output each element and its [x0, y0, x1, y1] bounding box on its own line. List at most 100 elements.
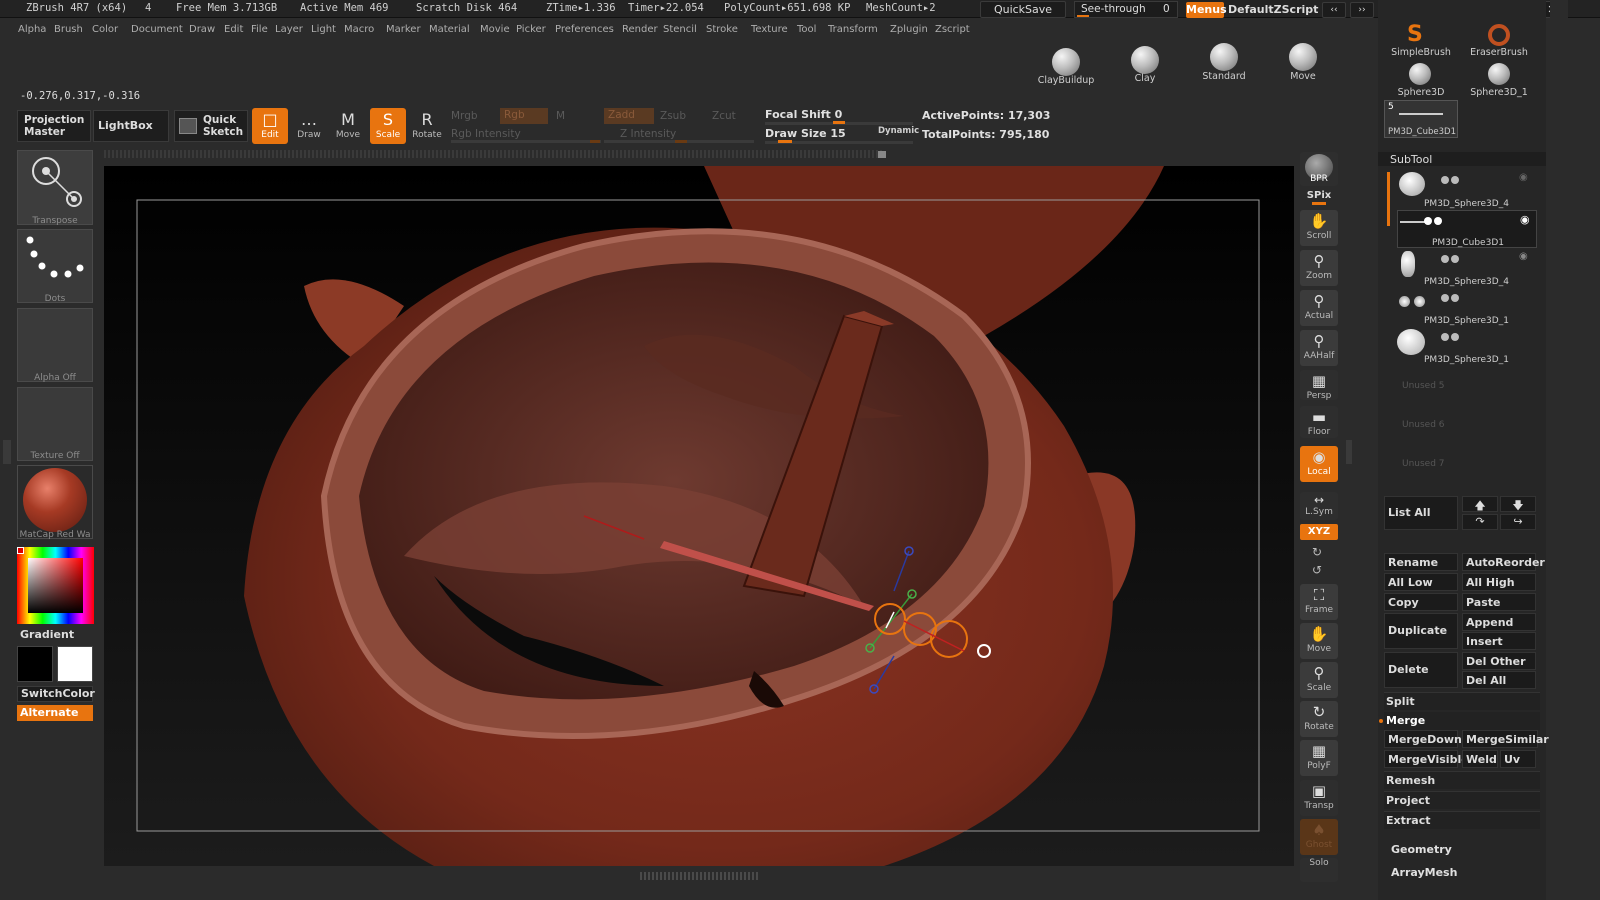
menu-material[interactable]: Material: [429, 24, 470, 35]
paste-button[interactable]: Paste: [1462, 593, 1536, 611]
alternate-button[interactable]: Alternate: [17, 705, 93, 721]
menu-zscript[interactable]: Zscript: [935, 24, 970, 35]
seethrough-slider[interactable]: See-through 0: [1074, 1, 1178, 18]
menu-layer[interactable]: Layer: [275, 24, 303, 35]
all-high-button[interactable]: All High: [1462, 573, 1536, 591]
menu-stencil[interactable]: Stencil: [663, 24, 697, 35]
menu-texture[interactable]: Texture: [751, 24, 788, 35]
zsub-button[interactable]: Zsub: [660, 110, 686, 122]
move-up-bend-icon[interactable]: ↷: [1462, 514, 1498, 530]
mergevisible-button[interactable]: MergeVisible: [1384, 750, 1469, 768]
mergedown-button[interactable]: MergeDown: [1384, 730, 1462, 748]
rotate-view-button[interactable]: ↻ Rotate: [1300, 701, 1338, 737]
bpr-button[interactable]: BPR: [1300, 152, 1338, 186]
menu-picker[interactable]: Picker: [516, 24, 546, 35]
move-label[interactable]: Move: [1263, 71, 1343, 82]
menu-tool[interactable]: Tool: [797, 24, 816, 35]
mergesimilar-button[interactable]: MergeSimilar: [1462, 730, 1549, 748]
sphere3d-label[interactable]: Sphere3D: [1386, 87, 1456, 98]
subtool-header[interactable]: SubTool: [1378, 152, 1546, 166]
polyf-button[interactable]: ▦ PolyF: [1300, 740, 1338, 776]
arraymesh-header[interactable]: ArrayMesh: [1391, 866, 1457, 879]
projection-master-button[interactable]: Projection Master: [17, 110, 91, 142]
move-up-arrow-icon[interactable]: 🡅: [1462, 496, 1498, 512]
menu-preferences[interactable]: Preferences: [555, 24, 614, 35]
menu-alpha[interactable]: Alpha: [18, 24, 46, 35]
move-down-arrow-icon[interactable]: 🡇: [1500, 496, 1536, 512]
extract-section[interactable]: Extract: [1384, 811, 1540, 829]
sphere3d-1-icon[interactable]: [1488, 63, 1510, 85]
scroll-button[interactable]: ✋ Scroll: [1300, 210, 1338, 246]
claybuildup-brush-icon[interactable]: [1052, 48, 1080, 76]
menu-document[interactable]: Document: [131, 24, 183, 35]
del-other-button[interactable]: Del Other: [1462, 652, 1536, 670]
subtool-toggles[interactable]: [1424, 215, 1444, 228]
menu-marker[interactable]: Marker: [386, 24, 421, 35]
standard-label[interactable]: Standard: [1184, 71, 1264, 82]
focal-shift-label[interactable]: Focal Shift 0: [765, 108, 842, 121]
shelf-strip-handle[interactable]: [878, 151, 886, 158]
del-all-button[interactable]: Del All: [1462, 671, 1536, 689]
rename-button[interactable]: Rename: [1384, 553, 1458, 571]
scale-button[interactable]: S Scale: [370, 108, 406, 144]
move-down-bend-icon[interactable]: ↪: [1500, 514, 1536, 530]
gradient-label[interactable]: Gradient: [20, 628, 74, 641]
tray-right-icon[interactable]: ››: [1350, 2, 1374, 18]
transpose-button[interactable]: [17, 150, 93, 225]
rotate-z-icon[interactable]: ↺: [1312, 563, 1322, 577]
color-picker-square[interactable]: [28, 558, 83, 613]
menu-light[interactable]: Light: [311, 24, 336, 35]
delete-button[interactable]: Delete: [1384, 652, 1458, 688]
move-brush-icon[interactable]: [1289, 43, 1317, 71]
alpha-button[interactable]: [17, 308, 93, 382]
menu-file[interactable]: File: [251, 24, 268, 35]
copy-button[interactable]: Copy: [1384, 593, 1458, 611]
color-picker-marker[interactable]: [17, 547, 24, 554]
persp-button[interactable]: ▦ Persp: [1300, 370, 1338, 401]
menus-button[interactable]: Menus: [1186, 2, 1227, 18]
draw-button[interactable]: … Draw: [291, 108, 327, 144]
color-picker[interactable]: [17, 547, 94, 624]
rgb-intensity-slider[interactable]: [451, 140, 601, 143]
rotate-button[interactable]: R Rotate: [409, 108, 445, 144]
default-zscript-label[interactable]: DefaultZScript: [1228, 2, 1318, 18]
rotate-y-icon[interactable]: ↻: [1312, 545, 1322, 559]
menu-draw[interactable]: Draw: [189, 24, 215, 35]
uv-button[interactable]: Uv: [1500, 750, 1536, 768]
visibility-eye-icon[interactable]: ◉: [1520, 213, 1530, 226]
menu-macro[interactable]: Macro: [344, 24, 374, 35]
lsym-button[interactable]: ↔ L.Sym: [1300, 492, 1338, 520]
menu-brush[interactable]: Brush: [54, 24, 83, 35]
edit-button[interactable]: □ Edit: [252, 108, 288, 144]
stroke-dots-button[interactable]: [17, 229, 93, 303]
split-section[interactable]: Split: [1384, 692, 1540, 710]
menu-render[interactable]: Render: [622, 24, 658, 35]
texture-button[interactable]: [17, 387, 93, 461]
remesh-section[interactable]: Remesh: [1384, 771, 1540, 789]
menu-stroke[interactable]: Stroke: [706, 24, 738, 35]
list-all-button[interactable]: List All: [1384, 496, 1458, 530]
floor-button[interactable]: ▬ Floor: [1300, 406, 1338, 438]
clay-label[interactable]: Clay: [1105, 73, 1185, 84]
move-view-button[interactable]: ✋ Move: [1300, 623, 1338, 659]
mrgb-button[interactable]: Mrgb: [451, 110, 478, 122]
geometry-header[interactable]: Geometry: [1391, 843, 1452, 856]
scale-view-button[interactable]: ⚲ Scale: [1300, 662, 1338, 698]
aahalf-button[interactable]: ⚲ AAHalf: [1300, 330, 1338, 366]
merge-section[interactable]: Merge: [1379, 712, 1540, 730]
eraserbrush-label[interactable]: EraserBrush: [1464, 47, 1534, 58]
zadd-button[interactable]: Zadd: [604, 108, 654, 124]
bottom-tray-handle[interactable]: [640, 872, 760, 880]
xyz-button[interactable]: XYZ: [1300, 524, 1338, 540]
visibility-eye-icon[interactable]: ◉: [1519, 172, 1528, 183]
draw-size-label[interactable]: Draw Size 15: [765, 127, 846, 140]
claybuildup-label[interactable]: ClayBuildup: [1026, 75, 1106, 86]
subtool-toggles[interactable]: [1441, 174, 1461, 187]
sphere3d-icon[interactable]: [1409, 63, 1431, 85]
actual-button[interactable]: ⚲ Actual: [1300, 290, 1338, 326]
quick-sketch-button[interactable]: Quick Sketch: [174, 110, 248, 142]
menu-color[interactable]: Color: [92, 24, 118, 35]
clay-brush-icon[interactable]: [1131, 46, 1159, 74]
subtool-toggles[interactable]: [1441, 292, 1461, 305]
rgb-button[interactable]: Rgb: [500, 108, 548, 124]
